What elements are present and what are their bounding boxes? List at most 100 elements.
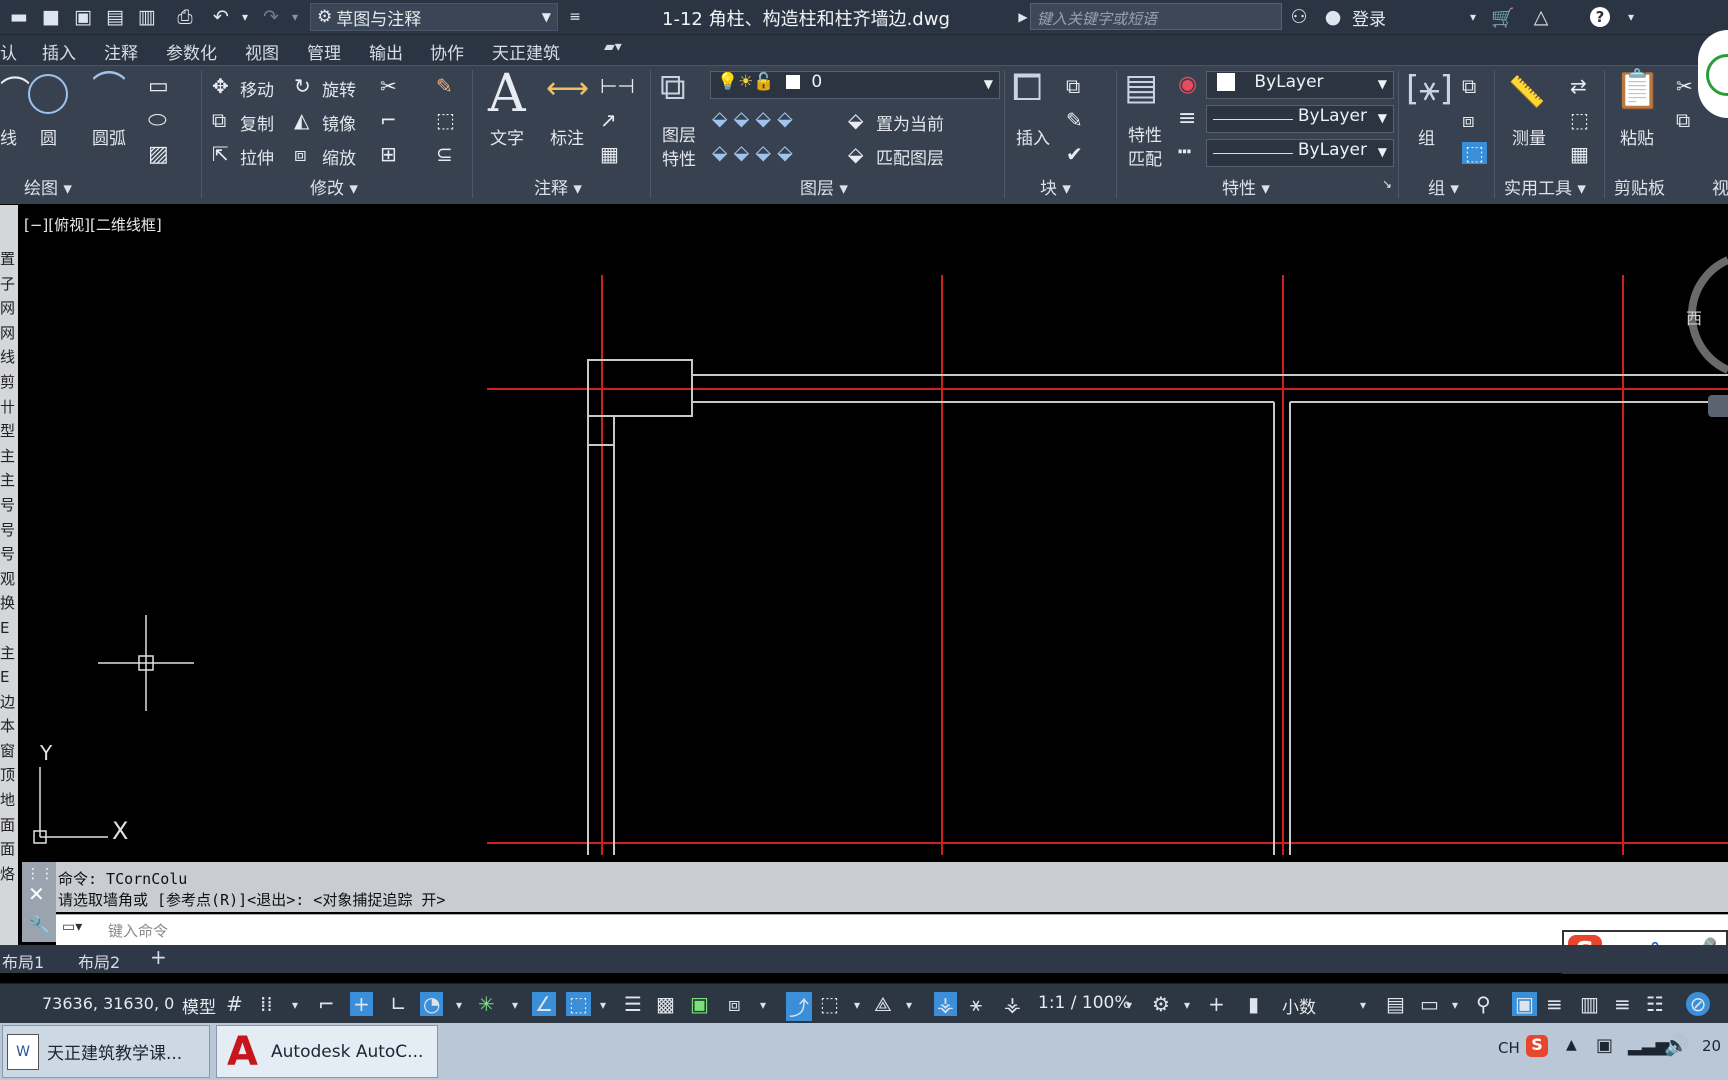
tab-output[interactable]: 输出	[369, 39, 403, 64]
dimension-button[interactable]: 标注	[550, 124, 584, 149]
create-block-icon[interactable]: ⧉	[1066, 76, 1080, 96]
arc-icon[interactable]: ⌒	[92, 72, 126, 106]
isodraft-icon[interactable]: ✳	[478, 992, 495, 1016]
model-space-button[interactable]: 模型	[182, 993, 216, 1018]
tool-palette-item[interactable]: 观	[0, 567, 18, 592]
cut-icon[interactable]: ✂	[1676, 76, 1693, 96]
tray-clock[interactable]: 20	[1702, 1037, 1721, 1055]
measure-icon[interactable]: 📏	[1508, 78, 1545, 108]
tool-palette-item[interactable]: 主	[0, 444, 18, 469]
tool-palette-item[interactable]: 主	[0, 641, 18, 666]
copy-clip-icon[interactable]: ⧉	[1676, 110, 1690, 130]
workspace-dropdown[interactable]: ⚙ 草图与注释 ▼	[310, 3, 558, 31]
layers-panel-title[interactable]: 图层 ▾	[800, 174, 848, 199]
layer-tools-2-icon[interactable]: ⬙ ⬙ ⬙ ⬙	[712, 142, 793, 162]
lineweight-dropdown[interactable]: ByLayer ▼	[1206, 139, 1394, 167]
tool-palette-item[interactable]: 号	[0, 493, 18, 518]
tab-insert[interactable]: 插入	[42, 39, 76, 64]
tab-tangent[interactable]: 天正建筑	[492, 39, 560, 64]
tool-palette-item[interactable]: 号	[0, 542, 18, 567]
units-value[interactable]: 小数	[1282, 993, 1316, 1018]
match-layer-icon[interactable]: ⬙	[848, 144, 863, 164]
linear-dim-icon[interactable]: ⊢⊣	[600, 76, 635, 96]
annotation-scale-value[interactable]: 1:1 / 100%	[1038, 993, 1131, 1013]
tool-palette-item[interactable]: 地	[0, 788, 18, 813]
scale-icon[interactable]: ⧈	[294, 144, 307, 164]
rectangle-icon[interactable]: ▭	[148, 76, 169, 98]
tool-palette-item[interactable]: 本	[0, 714, 18, 739]
volume-icon[interactable]: 🔊	[1664, 1033, 1689, 1057]
scale-dropdown-icon[interactable]: ▾	[1126, 998, 1132, 1012]
set-current-button[interactable]: 置为当前	[876, 110, 944, 135]
tool-palette-item[interactable]: 面	[0, 813, 18, 838]
floating-widget[interactable]	[1698, 30, 1728, 118]
open-icon[interactable]: ▬	[6, 4, 32, 30]
layer-tools-icon[interactable]: ⬙ ⬙ ⬙ ⬙	[712, 108, 793, 128]
layer-dropdown[interactable]: 💡☀🔓 0 ▼	[710, 71, 1000, 99]
tab-layout1[interactable]: 布局1	[2, 949, 44, 973]
offset-icon[interactable]: ⊆	[436, 144, 453, 164]
tab-view[interactable]: 视图	[245, 39, 279, 64]
line-icon[interactable]: ⌒	[0, 78, 30, 108]
circle-icon[interactable]	[28, 74, 68, 114]
snap-icon[interactable]: ⁞⁞	[260, 992, 273, 1016]
tray-language[interactable]: CH	[1498, 1039, 1520, 1057]
linetype-icon[interactable]: ┅	[1178, 142, 1191, 164]
attribute-icon[interactable]: ✔	[1066, 144, 1083, 164]
polar-icon[interactable]: ◔	[420, 992, 444, 1016]
isodraft-dropdown-icon[interactable]: ▾	[512, 998, 518, 1012]
tool-palette-item[interactable]: 面	[0, 837, 18, 862]
transparency-icon[interactable]: ▩	[656, 992, 675, 1016]
login-dropdown-icon[interactable]: ▾	[1460, 4, 1486, 30]
filter-dropdown-icon[interactable]: ▾	[854, 998, 860, 1012]
properties-panel-title[interactable]: 特性 ▾	[1222, 174, 1270, 199]
leader-icon[interactable]: ↗	[600, 110, 617, 130]
redo-dropdown-icon[interactable]: ▾	[282, 4, 308, 30]
object-snap-tracking-icon[interactable]: ∠	[532, 992, 556, 1016]
snap-dropdown-icon[interactable]: ▾	[292, 998, 298, 1012]
copy-icon[interactable]: ⧉	[212, 110, 226, 130]
tab-manage[interactable]: 管理	[307, 39, 341, 64]
gear-dropdown-icon[interactable]: ▾	[1184, 998, 1190, 1012]
user-icon[interactable]: ●	[1320, 4, 1346, 30]
osnap-dropdown-icon[interactable]: ▾	[600, 998, 606, 1012]
lineweight-toggle-icon[interactable]: ☰	[624, 992, 642, 1016]
tool-palette-item[interactable]: 子	[0, 272, 18, 297]
calculator-icon[interactable]: ▦	[1570, 144, 1589, 164]
tab-parametric[interactable]: 参数化	[166, 39, 217, 64]
3d-osnap-dropdown-icon[interactable]: ▾	[760, 998, 766, 1012]
lineweight-icon[interactable]: ≡	[1178, 108, 1196, 130]
color-dropdown[interactable]: ByLayer ▼	[1206, 71, 1394, 99]
paste-icon[interactable]: 📋	[1614, 70, 1661, 108]
scale-button[interactable]: 缩放	[322, 144, 356, 169]
erase-icon[interactable]: ✎	[436, 76, 453, 96]
dynamic-ucs-icon[interactable]: ⤴	[786, 992, 812, 1021]
tab-collaborate[interactable]: 协作	[430, 39, 464, 64]
ribbon-toggle-icon[interactable]: ▰▾	[604, 39, 622, 55]
wrench-icon[interactable]: 🔧	[28, 914, 53, 938]
edit-block-icon[interactable]: ✎	[1066, 110, 1083, 130]
tool-palette-item[interactable]: 网	[0, 321, 18, 346]
print-icon[interactable]: ⎙	[172, 4, 198, 30]
polar-dropdown-icon[interactable]: ▾	[456, 998, 462, 1012]
layer-properties-button[interactable]: 图层 特性	[662, 124, 696, 172]
customization-icon[interactable]: ☷	[1646, 992, 1664, 1016]
clipboard-panel-title[interactable]: 剪贴板	[1614, 174, 1665, 199]
clean-screen-2-icon[interactable]: ▥	[1580, 992, 1599, 1016]
hardware-accel-icon[interactable]: ▣	[1512, 992, 1537, 1016]
customize-icon[interactable]: ≡	[562, 4, 588, 30]
taskbar-item-word[interactable]: W 天正建筑教学课...	[2, 1025, 210, 1078]
lock-ui-icon[interactable]: ▭	[1420, 992, 1439, 1016]
ungroup-icon[interactable]: ⧉	[1462, 76, 1476, 96]
search-input[interactable]: 键入关键字或短语	[1030, 3, 1282, 30]
mirror-icon[interactable]: ◭	[294, 110, 309, 130]
match-properties-icon[interactable]: ▤	[1124, 70, 1158, 106]
text-icon[interactable]: A	[488, 68, 526, 120]
help-dropdown-icon[interactable]: ▾	[1618, 4, 1644, 30]
viewport-controls[interactable]: [−][俯视][二维线框]	[24, 214, 162, 235]
move-button[interactable]: 移动	[240, 76, 274, 101]
layer-properties-icon[interactable]: ⧉	[660, 70, 686, 106]
group-edit-icon[interactable]: ⧈	[1462, 110, 1475, 130]
tool-palette-item[interactable]: 卄	[0, 395, 18, 420]
save-icon[interactable]: ■	[38, 4, 64, 30]
